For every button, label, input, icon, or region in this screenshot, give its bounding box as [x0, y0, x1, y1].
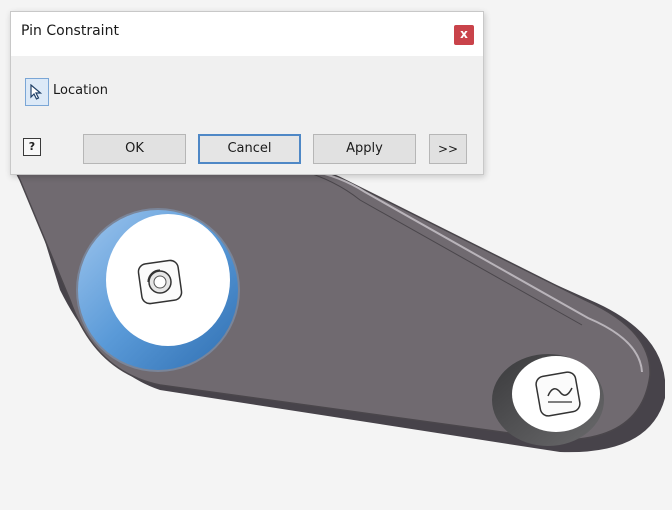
cursor-arrow-icon [30, 84, 43, 100]
help-button[interactable]: ? [23, 138, 41, 156]
dialog-titlebar[interactable]: Pin Constraint x [11, 12, 483, 56]
dialog-title: Pin Constraint [21, 23, 119, 39]
location-select-button[interactable] [25, 78, 49, 106]
slot-constraint-glyph-icon[interactable] [535, 371, 581, 417]
cancel-button[interactable]: Cancel [198, 134, 301, 164]
ok-button[interactable]: OK [83, 134, 186, 164]
location-label: Location [53, 83, 108, 98]
close-button[interactable]: x [454, 25, 474, 45]
pin-constraint-glyph-icon[interactable] [137, 259, 183, 305]
apply-button[interactable]: Apply [313, 134, 416, 164]
expand-options-button[interactable]: >> [429, 134, 467, 164]
pin-constraint-dialog: Pin Constraint x Location ? OK Cancel Ap… [10, 11, 484, 175]
